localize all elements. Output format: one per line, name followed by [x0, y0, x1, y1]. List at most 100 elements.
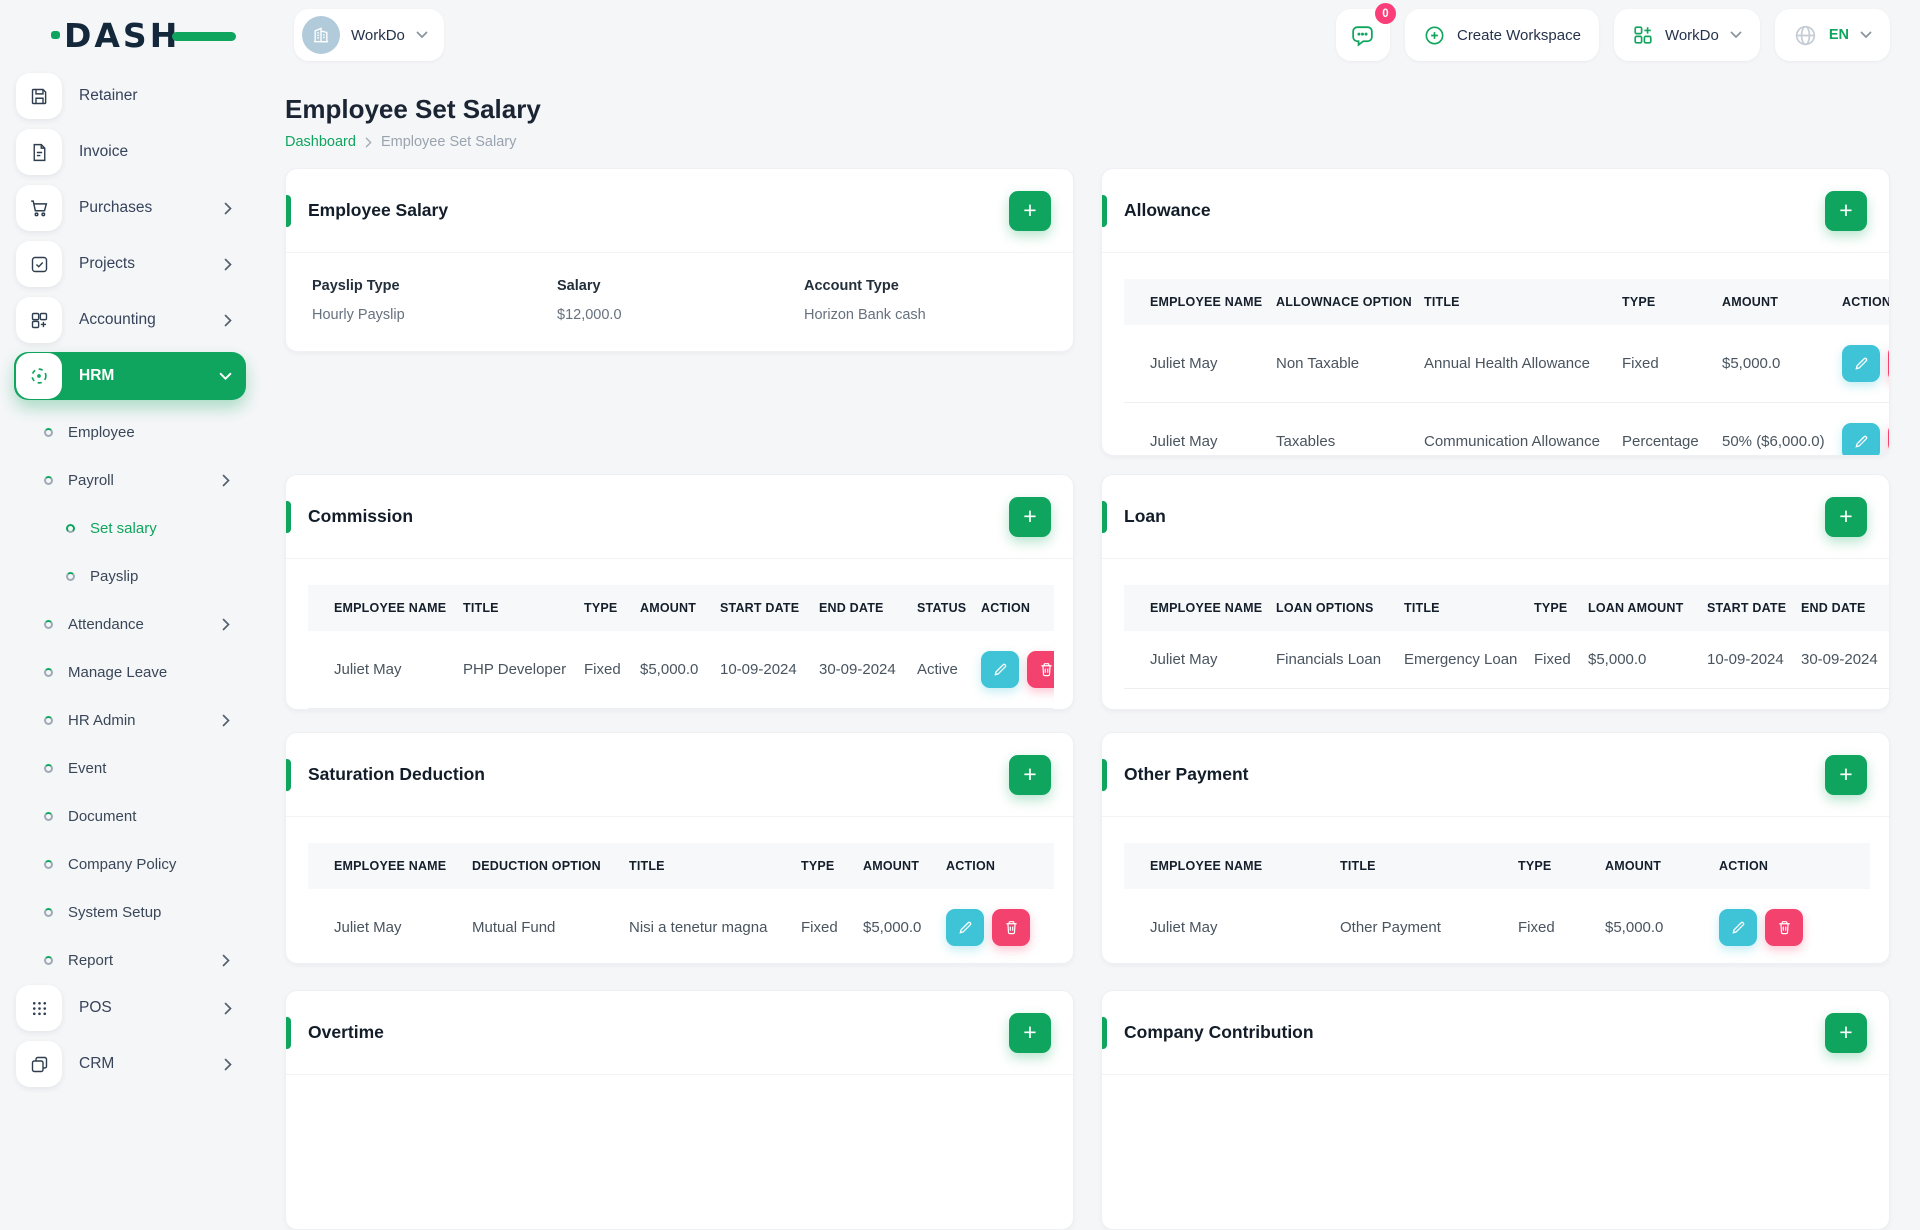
- column-header: AMOUNT: [1712, 279, 1832, 325]
- sidebar-subitem-company-policy[interactable]: Company Policy: [0, 840, 260, 888]
- column-header: ACTION: [1709, 843, 1870, 889]
- bullet-icon: [44, 955, 53, 965]
- delete-button[interactable]: [1888, 345, 1889, 382]
- cell-deduction-option: Mutual Fund: [462, 889, 619, 963]
- create-workspace-button[interactable]: Create Workspace: [1404, 9, 1599, 61]
- workspace-switcher[interactable]: WorkDo: [294, 9, 444, 61]
- sidebar-item-label: Purchases: [79, 199, 153, 216]
- column-header: ALLOWNACE OPTION: [1266, 279, 1414, 325]
- cell-title: Nisi a tenetur magna: [619, 889, 791, 963]
- field-label: Payslip Type: [312, 278, 400, 294]
- edit-button[interactable]: [1842, 345, 1880, 382]
- main-content: Employee Set Salary Dashboard Employee S…: [285, 70, 1890, 1230]
- sidebar-item-crm[interactable]: CRM: [14, 1040, 246, 1088]
- card-allowance: Allowance + EMPLOYEE NAME ALLOWNACE OPTI…: [1101, 168, 1890, 456]
- delete-button[interactable]: [992, 909, 1030, 946]
- sidebar-subitem-payroll[interactable]: Payroll: [0, 456, 260, 504]
- sidebar-item-purchases[interactable]: Purchases: [14, 184, 246, 232]
- chevron-right-icon: [222, 618, 230, 631]
- language-selector[interactable]: EN: [1774, 9, 1890, 61]
- column-header: TITLE: [1414, 279, 1612, 325]
- delete-button[interactable]: [1765, 909, 1803, 946]
- card-loan: Loan + EMPLOYEE NAME LOAN OPTIONS TITLE …: [1101, 474, 1890, 710]
- card-company-contribution: Company Contribution +: [1101, 990, 1890, 1230]
- plus-circle-icon: [1423, 24, 1446, 47]
- column-header: ACTION: [1832, 279, 1889, 325]
- bullet-icon: [44, 763, 53, 773]
- add-saturation-deduction-button[interactable]: +: [1009, 754, 1051, 795]
- column-header: TITLE: [619, 843, 791, 889]
- column-header: STATUS: [907, 585, 971, 631]
- cell-allowance-option: Non Taxable: [1266, 325, 1414, 403]
- bullet-icon: [66, 523, 75, 533]
- edit-button[interactable]: [1719, 909, 1757, 946]
- sidebar-subitem-document[interactable]: Document: [0, 792, 260, 840]
- cell-amount: $5,000.0: [853, 889, 936, 963]
- sidebar-subitem-hr-admin[interactable]: HR Admin: [0, 696, 260, 744]
- sidebar-subitem-set-salary[interactable]: Set salary: [0, 504, 260, 552]
- column-header: LOAN OPTIONS: [1266, 585, 1394, 631]
- breadcrumb-dashboard-link[interactable]: Dashboard: [285, 134, 356, 150]
- column-header: AMOUNT: [630, 585, 710, 631]
- add-employee-salary-button[interactable]: +: [1009, 190, 1051, 231]
- cell-start-date: 10-09-2024: [710, 631, 809, 709]
- delete-button[interactable]: [1027, 651, 1054, 688]
- edit-button[interactable]: [946, 909, 984, 946]
- edit-button[interactable]: [981, 651, 1019, 688]
- add-company-contribution-button[interactable]: +: [1825, 1012, 1867, 1053]
- page-title: Employee Set Salary: [285, 94, 541, 124]
- logo-text: DASH: [64, 15, 181, 55]
- bullet-icon: [44, 475, 53, 485]
- sidebar-item-hrm[interactable]: HRM: [14, 352, 246, 400]
- table-header-row: EMPLOYEE NAME TITLE TYPE AMOUNT START DA…: [308, 585, 1054, 631]
- cell-loan-amount: $5,000.0: [1578, 631, 1697, 689]
- add-other-payment-button[interactable]: +: [1825, 754, 1867, 795]
- sidebar-item-retainer[interactable]: Retainer: [14, 72, 246, 120]
- sidebar-subitem-system-setup[interactable]: System Setup: [0, 888, 260, 936]
- employee-salary-fields: Payslip Type Hourly Payslip Salary $12,0…: [286, 253, 1073, 348]
- sidebar-item-label: HRM: [79, 367, 115, 384]
- delete-button[interactable]: [1888, 423, 1889, 455]
- sidebar-item-projects[interactable]: Projects: [14, 240, 246, 288]
- sidebar-item-invoice[interactable]: Invoice: [14, 128, 246, 176]
- column-header: TITLE: [1330, 843, 1508, 889]
- sidebar-item-accounting[interactable]: Accounting: [14, 296, 246, 344]
- add-overtime-button[interactable]: +: [1009, 1012, 1051, 1053]
- chevron-right-icon: [222, 474, 230, 487]
- add-commission-button[interactable]: +: [1009, 496, 1051, 537]
- cell-title: Other Payment: [1330, 889, 1508, 963]
- sidebar-subitem-payslip[interactable]: Payslip: [0, 552, 260, 600]
- table-row: Juliet May PHP Developer Fixed $5,000.0 …: [308, 631, 1054, 709]
- chevron-down-icon: [219, 372, 232, 381]
- cell-amount: 50% ($6,000.0): [1712, 402, 1832, 455]
- card-employee-salary: Employee Salary + Payslip Type Hourly Pa…: [285, 168, 1074, 352]
- sidebar-subitem-employee[interactable]: Employee: [0, 408, 260, 456]
- projects-check-icon: [16, 241, 62, 287]
- cell-type: Fixed: [1612, 325, 1712, 403]
- cell-employee-name: Juliet May: [1124, 889, 1330, 963]
- sidebar-subitem-label: Company Policy: [68, 855, 177, 873]
- sidebar-subitem-event[interactable]: Event: [0, 744, 260, 792]
- chevron-down-icon: [1730, 31, 1742, 39]
- table-header-row: EMPLOYEE NAME LOAN OPTIONS TITLE TYPE LO…: [1124, 585, 1889, 631]
- messages-button[interactable]: 0: [1335, 3, 1396, 61]
- sidebar-subitem-label: Manage Leave: [68, 663, 168, 681]
- chevron-right-icon: [224, 258, 232, 271]
- cell-type: Percentage: [1612, 402, 1712, 455]
- sidebar-subitem-label: Employee: [68, 423, 135, 441]
- sidebar-item-pos[interactable]: POS: [14, 984, 246, 1032]
- sidebar-subitem-label: Attendance: [68, 615, 144, 633]
- app-logo[interactable]: DASH: [51, 13, 278, 57]
- sidebar-subitem-report[interactable]: Report: [0, 936, 260, 984]
- pos-grid-icon: [16, 985, 62, 1031]
- add-allowance-button[interactable]: +: [1825, 190, 1867, 231]
- edit-button[interactable]: [1842, 423, 1880, 455]
- sidebar-subitem-attendance[interactable]: Attendance: [0, 600, 260, 648]
- field-label: Account Type: [804, 278, 899, 294]
- column-header: LOAN AMOUNT: [1578, 585, 1697, 631]
- add-loan-button[interactable]: +: [1825, 496, 1867, 537]
- field-value: Hourly Payslip: [312, 307, 405, 323]
- cell-amount: $5,000.0: [630, 631, 710, 709]
- apps-menu-button[interactable]: WorkDo: [1613, 9, 1760, 61]
- sidebar-subitem-manage-leave[interactable]: Manage Leave: [0, 648, 260, 696]
